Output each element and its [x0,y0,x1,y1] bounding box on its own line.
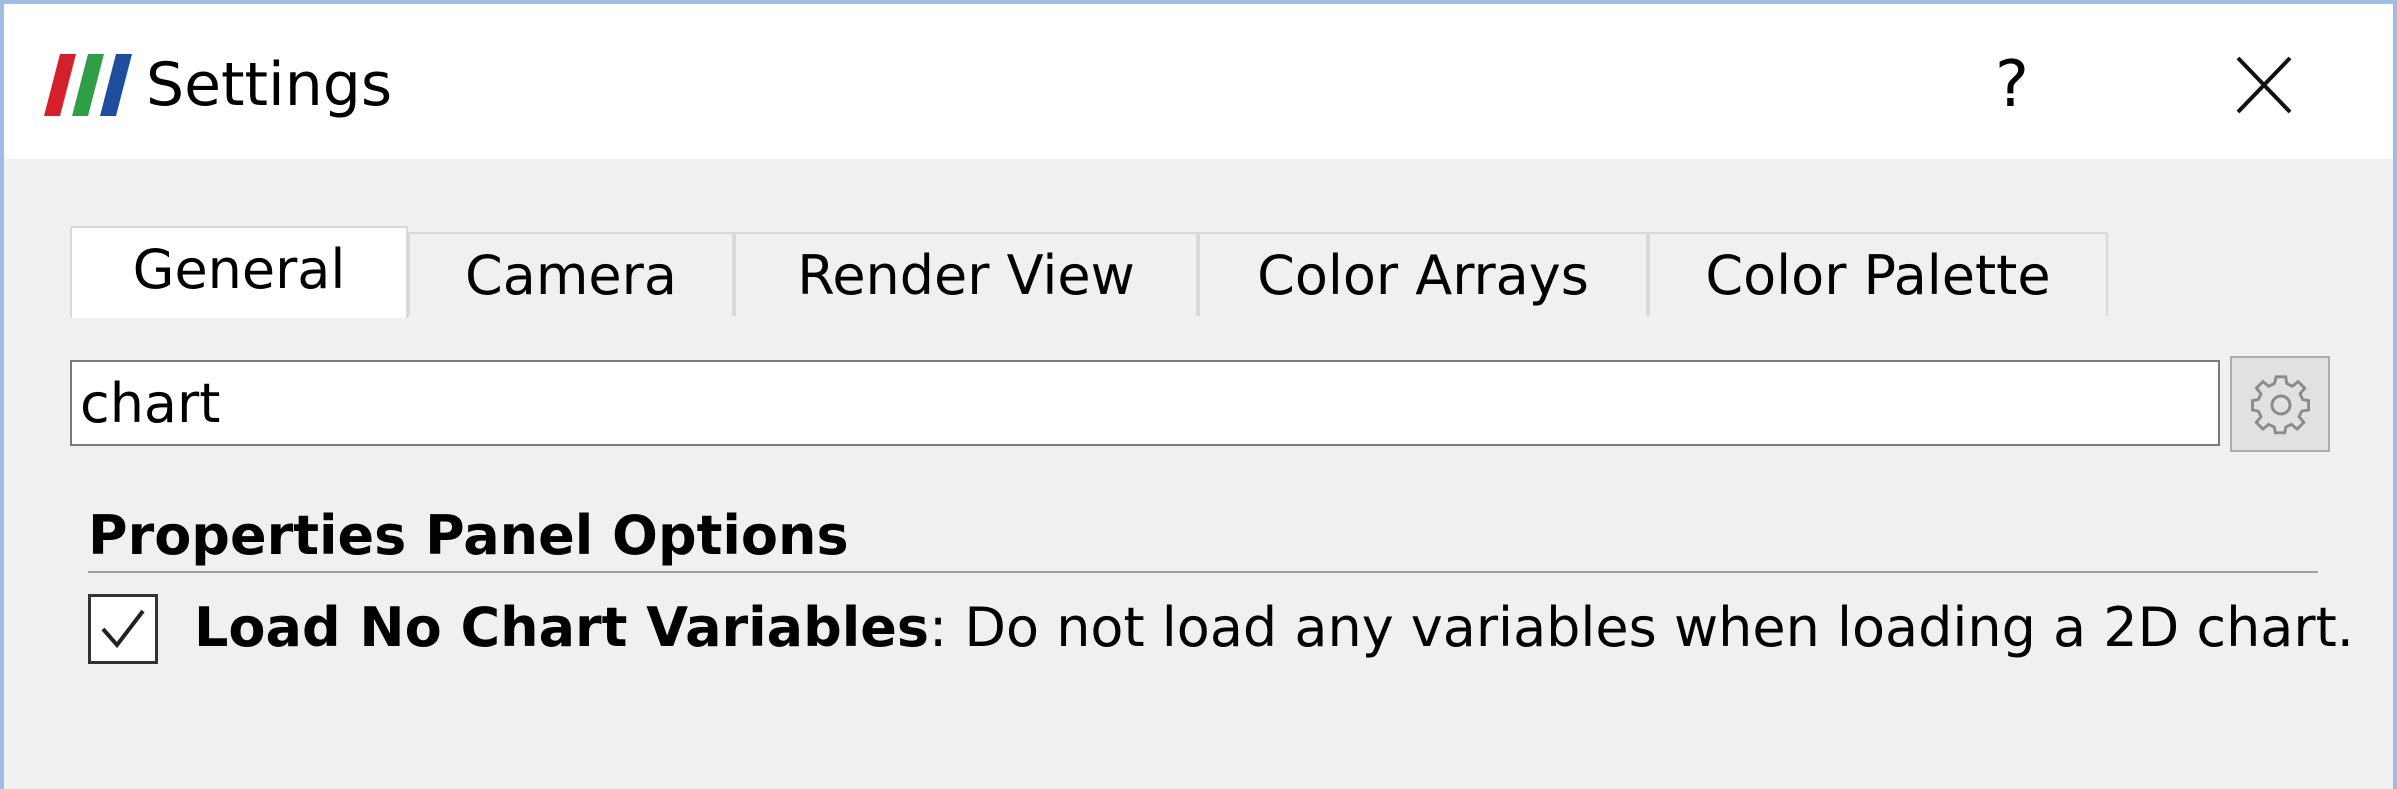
tab-color-palette[interactable]: Color Palette [1648,232,2108,316]
tab-render-view[interactable]: Render View [734,232,1198,316]
paraview-logo-icon [44,54,132,116]
section-divider [88,571,2318,573]
section-title: Properties Panel Options [88,504,849,567]
option-text: Load No Chart Variables: Do not load any… [194,594,2354,662]
close-button[interactable] [2214,40,2314,130]
search-input[interactable] [70,360,2220,446]
window-title: Settings [146,50,393,120]
tab-color-arrays[interactable]: Color Arrays [1198,232,1648,316]
help-button[interactable]: ? [1964,40,2060,130]
advanced-settings-button[interactable] [2230,356,2330,452]
close-icon [2236,56,2292,114]
settings-dialog: Settings ? General Camera Render View Co… [0,0,2397,789]
option-separator: : [929,596,948,659]
title-bar: Settings ? [4,4,2393,159]
load-no-chart-variables-checkbox[interactable] [88,594,158,664]
checkmark-icon [101,609,145,649]
gear-icon [2251,375,2310,435]
option-description: Do not load any variables when loading a… [947,596,2354,659]
tab-camera[interactable]: Camera [408,232,734,316]
option-label: Load No Chart Variables [194,596,930,659]
tab-general[interactable]: General [70,226,408,318]
